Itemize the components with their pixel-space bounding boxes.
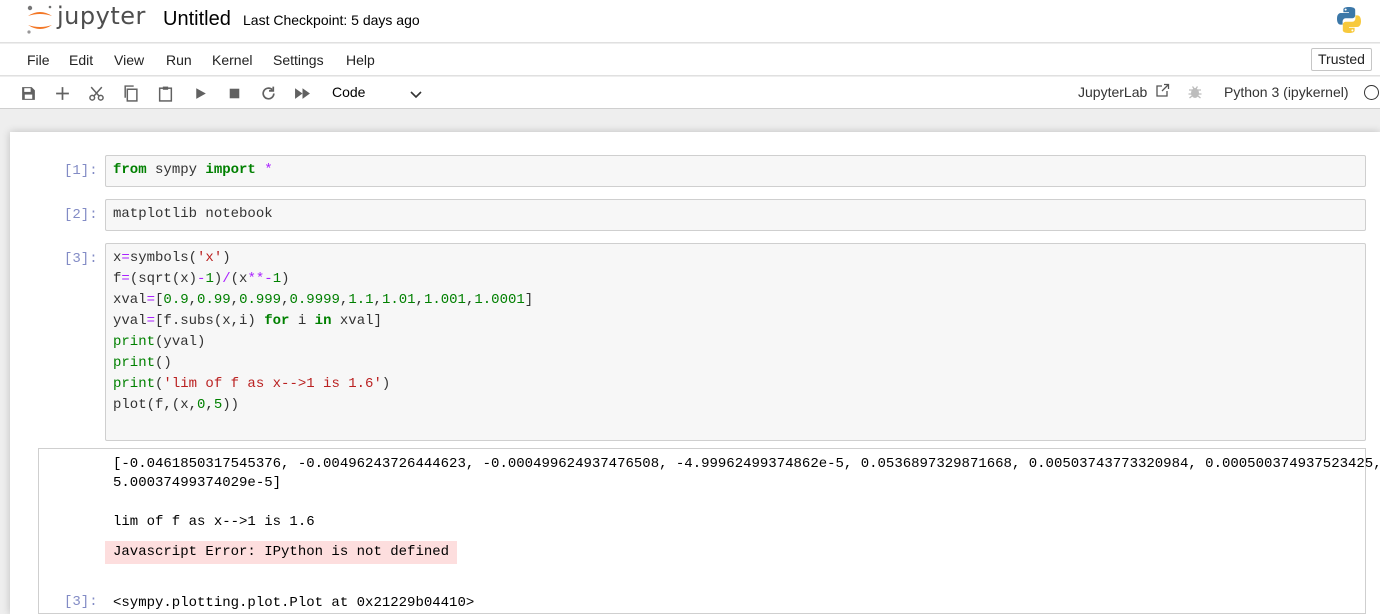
restart-run-all-button[interactable] xyxy=(292,83,312,103)
menu-file[interactable]: File xyxy=(27,52,50,68)
last-checkpoint: Last Checkpoint: 5 days ago xyxy=(243,12,420,28)
output-stdout-line: lim of f as x-->1 is 1.6 xyxy=(113,514,315,530)
code-line: from sympy import * xyxy=(113,162,273,178)
menu-edit[interactable]: Edit xyxy=(69,52,93,68)
save-icon xyxy=(21,86,35,100)
output-stdout-line: [-0.0461850317545376, -0.004962437264446… xyxy=(113,456,1380,472)
menu-settings[interactable]: Settings xyxy=(273,52,324,68)
menu-help[interactable]: Help xyxy=(346,52,375,68)
code-line: print(yval) xyxy=(113,334,206,350)
open-jupyterlab-link[interactable]: JupyterLab xyxy=(1078,84,1147,100)
cell-prompt: [1]: xyxy=(64,163,98,179)
insert-cell-button[interactable] xyxy=(52,83,72,103)
python-logo-icon xyxy=(1337,7,1361,33)
code-line: print() xyxy=(113,355,172,371)
save-button[interactable] xyxy=(18,83,38,103)
code-line: plot(f,(x,0,5)) xyxy=(113,397,240,413)
trusted-indicator[interactable]: Trusted xyxy=(1311,48,1372,71)
code-line: print('lim of f as x-->1 is 1.6') xyxy=(113,376,391,392)
external-link-icon[interactable] xyxy=(1155,83,1170,98)
run-cell-button[interactable] xyxy=(190,83,210,103)
output-prompt: [3]: xyxy=(64,594,98,610)
copy-icon xyxy=(123,84,138,102)
cell-type-select[interactable]: Code xyxy=(332,84,365,100)
interrupt-kernel-button[interactable] xyxy=(224,83,244,103)
menu-kernel[interactable]: Kernel xyxy=(212,52,252,68)
code-line: xval=[0.9,0.99,0.999,0.9999,1.1,1.01,1.0… xyxy=(113,292,534,308)
chevron-down-icon[interactable] xyxy=(409,87,423,101)
cell-prompt: [3]: xyxy=(64,251,98,267)
notebook-header: jupyter Untitled Last Checkpoint: 5 days… xyxy=(0,0,1380,43)
output-result: <sympy.plotting.plot.Plot at 0x21229b044… xyxy=(113,595,475,611)
code-line: x=symbols('x') xyxy=(113,250,231,266)
play-icon xyxy=(195,87,206,99)
kernel-status-icon xyxy=(1364,85,1379,100)
code-editor: x=symbols('x') f=(sqrt(x)-1)/(x**-1) xval=… xyxy=(106,244,1365,420)
plus-icon xyxy=(55,86,69,100)
cut-cell-button[interactable] xyxy=(86,83,106,103)
paste-icon xyxy=(158,86,172,102)
restart-kernel-button[interactable] xyxy=(258,83,278,103)
fast-forward-icon xyxy=(294,87,310,99)
code-line: matplotlib notebook xyxy=(113,206,273,222)
code-line: yval=[f.subs(x,i) for i in xval] xyxy=(113,313,382,329)
menu-view[interactable]: View xyxy=(114,52,144,68)
refresh-icon xyxy=(261,86,275,100)
notebook-toolbar: Code JupyterLab Python 3 (ipykernel) xyxy=(0,77,1380,109)
stop-icon xyxy=(229,88,239,98)
kernel-name[interactable]: Python 3 (ipykernel) xyxy=(1224,84,1349,100)
menu-bar: File Edit View Run Kernel Settings Help … xyxy=(0,44,1380,76)
menu-run[interactable]: Run xyxy=(166,52,192,68)
code-cell-input[interactable]: from sympy import * xyxy=(105,155,1366,187)
scissors-icon xyxy=(88,86,104,101)
javascript-error-output: Javascript Error: IPython is not defined xyxy=(105,541,458,564)
notebook-title[interactable]: Untitled xyxy=(163,8,231,31)
code-cell-input[interactable]: matplotlib notebook xyxy=(105,199,1366,231)
bug-icon[interactable] xyxy=(1187,84,1203,100)
cell-prompt: [2]: xyxy=(64,207,98,223)
jupyter-logo-text: jupyter xyxy=(57,2,146,30)
copy-cell-button[interactable] xyxy=(120,83,140,103)
paste-cell-button[interactable] xyxy=(155,83,175,103)
code-cell-input[interactable]: x=symbols('x') f=(sqrt(x)-1)/(x**-1) xval=… xyxy=(105,243,1366,441)
output-stdout-line: 5.00037499374029e-5] xyxy=(113,475,282,491)
jupyter-logo-icon[interactable] xyxy=(24,4,56,36)
code-line: f=(sqrt(x)-1)/(x**-1) xyxy=(113,271,290,287)
